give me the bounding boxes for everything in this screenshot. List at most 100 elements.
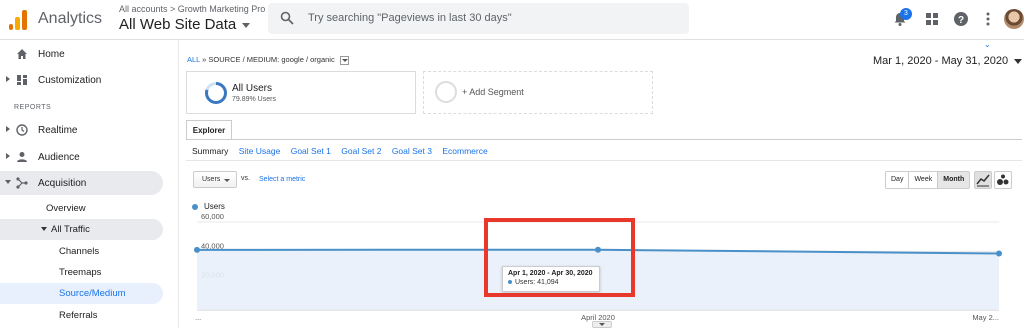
apps-grid-icon[interactable] bbox=[924, 11, 940, 27]
metric-select[interactable]: Users bbox=[193, 171, 237, 188]
top-bar: Analytics All accounts > Growth Marketin… bbox=[0, 0, 1024, 40]
help-icon[interactable]: ? bbox=[953, 11, 969, 27]
subtab-goal-set-3[interactable]: Goal Set 3 bbox=[392, 146, 432, 156]
bubble-chart-icon bbox=[997, 174, 1009, 185]
app-name: Analytics bbox=[38, 10, 103, 27]
tooltip-value-row: Users: 41,094 bbox=[508, 279, 594, 286]
period-month-button[interactable]: Month bbox=[938, 172, 970, 188]
chevron-down-icon bbox=[224, 179, 230, 182]
sidebar-item-label: Customization bbox=[38, 75, 102, 86]
sidebar-item-label: Referrals bbox=[59, 310, 98, 321]
tooltip-value: Users: 41,094 bbox=[515, 279, 559, 286]
sidebar-item-label: Treemaps bbox=[59, 267, 102, 278]
subtab-site-usage[interactable]: Site Usage bbox=[239, 146, 281, 156]
tooltip-date: Apr 1, 2020 - Apr 30, 2020 bbox=[508, 270, 593, 277]
search-input[interactable]: Try searching "Pageviews in last 30 days… bbox=[268, 3, 689, 34]
sidebar-item-audience[interactable]: Audience bbox=[0, 145, 163, 169]
sidebar-item-home[interactable]: Home bbox=[0, 42, 163, 66]
subtab-goal-set-2[interactable]: Goal Set 2 bbox=[341, 146, 381, 156]
subtab-summary[interactable]: Summary bbox=[192, 146, 228, 156]
tab-explorer[interactable]: Explorer bbox=[186, 120, 232, 140]
chart-expand-handle[interactable] bbox=[592, 321, 612, 328]
notification-badge: 3 bbox=[900, 8, 912, 20]
data-point bbox=[595, 246, 601, 253]
account-breadcrumb[interactable]: All accounts > Growth Marketing Pro bbox=[119, 4, 265, 14]
account-name: All Web Site Data bbox=[119, 16, 237, 33]
explorer-subtabs: Summary Site Usage Goal Set 1 Goal Set 2… bbox=[192, 146, 496, 156]
dimension-dropdown[interactable] bbox=[339, 55, 349, 65]
breadcrumb: ALL » SOURCE / MEDIUM: google / organic bbox=[187, 55, 349, 65]
line-chart-button[interactable] bbox=[974, 171, 992, 189]
line-chart-icon bbox=[976, 174, 990, 187]
empty-segment-icon bbox=[435, 81, 457, 103]
clock-icon bbox=[16, 124, 28, 136]
metric-select-value: Users bbox=[202, 176, 221, 183]
users-line-chart[interactable]: 60,00040,00020,000...April 2020May 2... bbox=[179, 210, 1024, 328]
add-segment-button[interactable]: + Add Segment bbox=[423, 71, 653, 114]
sidebar-item-referrals[interactable]: Referrals bbox=[0, 305, 163, 326]
tooltip-swatch bbox=[508, 280, 512, 285]
legend-swatch bbox=[192, 203, 198, 210]
svg-text:?: ? bbox=[958, 15, 964, 26]
sidebar-item-label: Channels bbox=[59, 246, 100, 257]
subtab-ecommerce[interactable]: Ecommerce bbox=[442, 146, 487, 156]
sidebar-item-realtime[interactable]: Realtime bbox=[0, 118, 163, 142]
sidebar-item-acquisition[interactable]: Acquisition bbox=[0, 171, 163, 195]
more-vert-icon[interactable] bbox=[980, 11, 996, 27]
acquisition-icon bbox=[16, 177, 28, 189]
data-point bbox=[996, 250, 1002, 257]
chart-tooltip: Apr 1, 2020 - Apr 30, 2020 Users: 41,094 bbox=[502, 266, 600, 292]
period-week-button[interactable]: Week bbox=[909, 172, 939, 188]
sidebar-item-label: Audience bbox=[38, 152, 80, 163]
segment-percentage: 79.89% Users bbox=[232, 96, 276, 103]
date-range-picker[interactable]: Mar 1, 2020 - May 31, 2020 bbox=[873, 55, 1023, 67]
segment-ring-icon bbox=[205, 82, 227, 104]
sidebar-item-label: Realtime bbox=[38, 125, 78, 136]
divider bbox=[186, 139, 1022, 140]
chevron-down-icon bbox=[5, 180, 11, 184]
add-segment-label: + Add Segment bbox=[462, 87, 524, 97]
x-tick-label: May 2... bbox=[972, 313, 999, 322]
chevron-right-icon bbox=[6, 76, 10, 82]
search-placeholder: Try searching "Pageviews in last 30 days… bbox=[308, 12, 512, 24]
date-range-label: Mar 1, 2020 - May 31, 2020 bbox=[873, 55, 1009, 67]
dashboard-icon bbox=[17, 75, 27, 85]
chevron-down-icon bbox=[242, 22, 251, 28]
sidebar-item-channels[interactable]: Channels bbox=[0, 241, 163, 262]
reports-header: REPORTS bbox=[14, 104, 52, 111]
chevron-down-icon bbox=[41, 227, 47, 231]
period-toggle: Day Week Month bbox=[885, 171, 971, 189]
search-icon bbox=[280, 11, 294, 25]
y-tick-label: 60,000 bbox=[201, 212, 224, 221]
sidebar-item-source-medium[interactable]: Source/Medium bbox=[0, 283, 163, 304]
segment-all-users[interactable]: All Users 79.89% Users bbox=[186, 71, 416, 114]
sidebar-item-label: Source/Medium bbox=[59, 288, 126, 299]
sidebar-item-label: All Traffic bbox=[51, 224, 90, 235]
motion-chart-button[interactable] bbox=[994, 171, 1012, 189]
period-day-button[interactable]: Day bbox=[886, 172, 910, 188]
sidebar-item-label: Acquisition bbox=[38, 178, 87, 189]
sidebar-item-customization[interactable]: Customization bbox=[0, 68, 163, 92]
chevron-down-icon bbox=[1014, 58, 1023, 64]
data-point bbox=[194, 246, 200, 253]
account-selector[interactable]: All Web Site Data bbox=[119, 16, 251, 33]
sidebar-item-all-traffic[interactable]: All Traffic bbox=[0, 219, 163, 240]
analytics-logo[interactable] bbox=[9, 10, 27, 30]
divider bbox=[186, 160, 1022, 161]
x-tick-label: ... bbox=[195, 313, 201, 322]
segment-title: All Users bbox=[232, 83, 273, 94]
home-icon bbox=[17, 49, 27, 59]
chevron-right-icon bbox=[6, 126, 10, 132]
avatar[interactable] bbox=[1004, 9, 1024, 29]
sidebar-item-label: Home bbox=[38, 49, 65, 60]
sidebar: Home Customization REPORTS Realtime Audi… bbox=[0, 40, 175, 328]
sidebar-item-treemaps[interactable]: Treemaps bbox=[0, 262, 163, 283]
sidebar-item-label: Overview bbox=[46, 203, 86, 214]
chevron-down-icon[interactable]: ⌄ bbox=[984, 40, 991, 49]
sidebar-item-overview[interactable]: Overview bbox=[0, 198, 163, 219]
subtab-goal-set-1[interactable]: Goal Set 1 bbox=[291, 146, 331, 156]
chevron-right-icon bbox=[6, 153, 10, 159]
breadcrumb-all-link[interactable]: ALL bbox=[187, 55, 200, 64]
select-metric-link[interactable]: Select a metric bbox=[259, 176, 305, 183]
vs-label: vs. bbox=[241, 175, 250, 182]
